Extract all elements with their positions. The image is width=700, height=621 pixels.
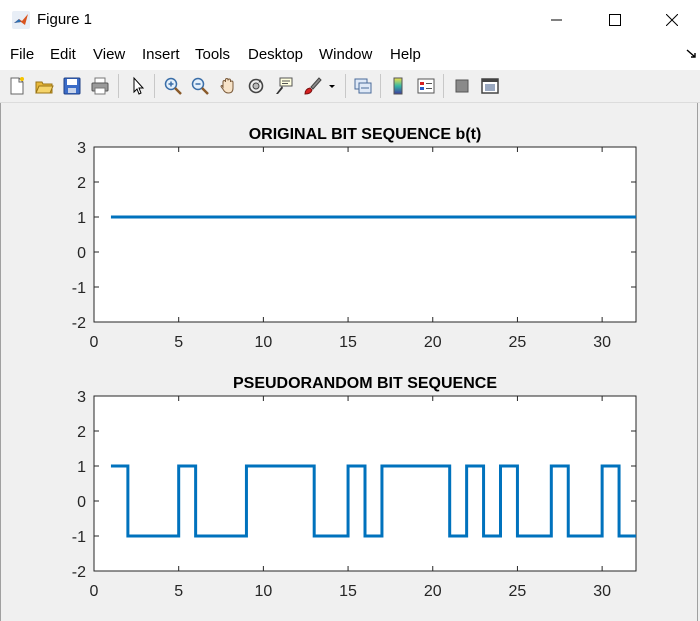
x-tick-label: 15: [339, 334, 357, 351]
x-tick-label: 10: [254, 334, 272, 351]
y-tick-label: -2: [72, 564, 86, 581]
x-tick-label: 30: [593, 583, 611, 600]
axes-original-bit-sequence[interactable]: ORIGINAL BIT SEQUENCE b(t) 0 5 10 15 20 25 30-…: [72, 126, 637, 351]
y-tick-label: -2: [72, 315, 86, 332]
y-tick-label: 3: [77, 140, 86, 157]
x-tick-label: 20: [424, 334, 442, 351]
axes-box: [93, 146, 637, 323]
figure-axes-container: ORIGINAL BIT SEQUENCE b(t) 0 5 10 15 20 25 30-…: [72, 126, 637, 600]
x-tick-label: 10: [254, 583, 272, 600]
x-tick-label: 15: [339, 583, 357, 600]
x-tick-label: 0: [90, 334, 99, 351]
axes-pseudorandom-bit-sequence[interactable]: PSEUDORANDOM BIT SEQUENCE 0 5 10 15 20 25 30-2…: [72, 375, 637, 600]
y-tick-label: 2: [77, 175, 86, 192]
y-tick-label: 2: [77, 424, 86, 441]
x-tick-label: 20: [424, 583, 442, 600]
x-tick-label: 25: [509, 334, 527, 351]
plot-title: PSEUDORANDOM BIT SEQUENCE: [233, 375, 497, 392]
y-tick-label: 0: [77, 245, 86, 262]
y-tick-label: 1: [77, 459, 86, 476]
y-tick-label: 3: [77, 389, 86, 406]
x-tick-label: 30: [593, 334, 611, 351]
y-tick-label: -1: [72, 529, 86, 546]
x-tick-label: 5: [174, 334, 183, 351]
y-tick-label: -1: [72, 280, 86, 297]
x-tick-label: 25: [509, 583, 527, 600]
plot-title: ORIGINAL BIT SEQUENCE b(t): [249, 126, 482, 143]
x-tick-label: 0: [90, 583, 99, 600]
x-tick-label: 5: [174, 583, 183, 600]
y-tick-label: 0: [77, 494, 86, 511]
y-tick-label: 1: [77, 210, 86, 227]
